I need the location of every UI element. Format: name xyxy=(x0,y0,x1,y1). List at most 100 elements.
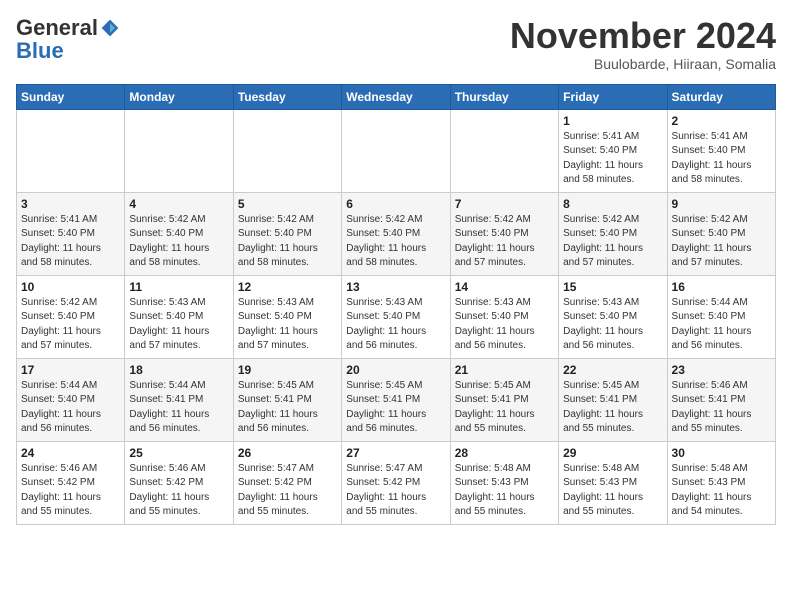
day-info: Sunrise: 5:43 AM Sunset: 5:40 PM Dayligh… xyxy=(238,296,337,354)
day-number: 11 xyxy=(129,280,228,294)
day-number: 29 xyxy=(563,446,662,460)
day-number: 27 xyxy=(346,446,445,460)
calendar-week-row: 10Sunrise: 5:42 AM Sunset: 5:40 PM Dayli… xyxy=(17,275,776,358)
day-info: Sunrise: 5:43 AM Sunset: 5:40 PM Dayligh… xyxy=(563,296,662,354)
day-number: 4 xyxy=(129,197,228,211)
calendar-cell: 3Sunrise: 5:41 AM Sunset: 5:40 PM Daylig… xyxy=(17,192,125,275)
day-info: Sunrise: 5:41 AM Sunset: 5:40 PM Dayligh… xyxy=(672,130,771,188)
calendar-cell: 16 Sunrise: 5:44 AM Sunset: 5:40 PM Dayli… xyxy=(667,275,775,358)
day-info: Sunrise: 5:47 AM Sunset: 5:42 PM Dayligh… xyxy=(346,462,445,520)
location: Buulobarde, Hiiraan, Somalia xyxy=(510,56,776,72)
day-info: Sunrise: 5:42 AM Sunset: 5:40 PM Dayligh… xyxy=(238,213,337,271)
page-header: General Blue November 2024 Buulobarde, H… xyxy=(16,16,776,72)
day-header-sunday: Sunday xyxy=(17,84,125,109)
calendar-cell: 30Sunrise: 5:48 AM Sunset: 5:43 PM Dayli… xyxy=(667,441,775,524)
day-info: Sunrise: 5:46 AM Sunset: 5:41 PM Dayligh… xyxy=(672,379,771,437)
calendar-cell: 28 Sunrise: 5:48 AM Sunset: 5:43 PM Dayli… xyxy=(450,441,558,524)
day-number: 15 xyxy=(563,280,662,294)
day-number: 5 xyxy=(238,197,337,211)
calendar-week-row: 1 Sunrise: 5:41 AM Sunset: 5:40 PM Daylig… xyxy=(17,109,776,192)
logo-general: General xyxy=(16,16,98,40)
calendar-cell: 1 Sunrise: 5:41 AM Sunset: 5:40 PM Daylig… xyxy=(559,109,667,192)
day-info: Sunrise: 5:45 AM Sunset: 5:41 PM Dayligh… xyxy=(563,379,662,437)
day-info: Sunrise: 5:41 AM Sunset: 5:40 PM Dayligh… xyxy=(21,213,120,271)
day-info: Sunrise: 5:44 AM Sunset: 5:41 PM Dayligh… xyxy=(129,379,228,437)
calendar-cell: 24Sunrise: 5:46 AM Sunset: 5:42 PM Dayli… xyxy=(17,441,125,524)
day-info: Sunrise: 5:48 AM Sunset: 5:43 PM Dayligh… xyxy=(455,462,554,520)
day-number: 12 xyxy=(238,280,337,294)
day-number: 25 xyxy=(129,446,228,460)
calendar-cell xyxy=(233,109,341,192)
day-number: 17 xyxy=(21,363,120,377)
day-number: 10 xyxy=(21,280,120,294)
day-info: Sunrise: 5:44 AM Sunset: 5:40 PM Dayligh… xyxy=(672,296,771,354)
calendar-table: SundayMondayTuesdayWednesdayThursdayFrid… xyxy=(16,84,776,525)
day-number: 20 xyxy=(346,363,445,377)
day-info: Sunrise: 5:41 AM Sunset: 5:40 PM Dayligh… xyxy=(563,130,662,188)
day-info: Sunrise: 5:45 AM Sunset: 5:41 PM Dayligh… xyxy=(238,379,337,437)
day-header-thursday: Thursday xyxy=(450,84,558,109)
day-number: 7 xyxy=(455,197,554,211)
logo: General Blue xyxy=(16,16,120,62)
calendar-cell: 25 Sunrise: 5:46 AM Sunset: 5:42 PM Dayli… xyxy=(125,441,233,524)
day-number: 16 xyxy=(672,280,771,294)
calendar-cell: 29Sunrise: 5:48 AM Sunset: 5:43 PM Dayli… xyxy=(559,441,667,524)
day-info: Sunrise: 5:42 AM Sunset: 5:40 PM Dayligh… xyxy=(455,213,554,271)
day-number: 1 xyxy=(563,114,662,128)
calendar-cell: 27 Sunrise: 5:47 AM Sunset: 5:42 PM Dayli… xyxy=(342,441,450,524)
calendar-cell: 11 Sunrise: 5:43 AM Sunset: 5:40 PM Dayli… xyxy=(125,275,233,358)
calendar-cell xyxy=(450,109,558,192)
calendar-cell: 12 Sunrise: 5:43 AM Sunset: 5:40 PM Dayli… xyxy=(233,275,341,358)
day-info: Sunrise: 5:48 AM Sunset: 5:43 PM Dayligh… xyxy=(672,462,771,520)
calendar-cell: 4 Sunrise: 5:42 AM Sunset: 5:40 PM Daylig… xyxy=(125,192,233,275)
calendar-cell: 13Sunrise: 5:43 AM Sunset: 5:40 PM Dayli… xyxy=(342,275,450,358)
day-number: 2 xyxy=(672,114,771,128)
calendar-cell: 6 Sunrise: 5:42 AM Sunset: 5:40 PM Daylig… xyxy=(342,192,450,275)
day-info: Sunrise: 5:46 AM Sunset: 5:42 PM Dayligh… xyxy=(129,462,228,520)
day-header-saturday: Saturday xyxy=(667,84,775,109)
day-number: 19 xyxy=(238,363,337,377)
day-info: Sunrise: 5:43 AM Sunset: 5:40 PM Dayligh… xyxy=(455,296,554,354)
day-number: 13 xyxy=(346,280,445,294)
day-number: 14 xyxy=(455,280,554,294)
title-block: November 2024 Buulobarde, Hiiraan, Somal… xyxy=(510,16,776,72)
day-number: 28 xyxy=(455,446,554,460)
calendar-week-row: 3Sunrise: 5:41 AM Sunset: 5:40 PM Daylig… xyxy=(17,192,776,275)
calendar-cell: 5 Sunrise: 5:42 AM Sunset: 5:40 PM Daylig… xyxy=(233,192,341,275)
calendar-week-row: 24Sunrise: 5:46 AM Sunset: 5:42 PM Dayli… xyxy=(17,441,776,524)
logo-icon xyxy=(100,18,120,38)
calendar-cell: 22Sunrise: 5:45 AM Sunset: 5:41 PM Dayli… xyxy=(559,358,667,441)
calendar-cell: 17Sunrise: 5:44 AM Sunset: 5:40 PM Dayli… xyxy=(17,358,125,441)
calendar-cell: 21 Sunrise: 5:45 AM Sunset: 5:41 PM Dayli… xyxy=(450,358,558,441)
day-number: 18 xyxy=(129,363,228,377)
day-info: Sunrise: 5:45 AM Sunset: 5:41 PM Dayligh… xyxy=(455,379,554,437)
day-info: Sunrise: 5:42 AM Sunset: 5:40 PM Dayligh… xyxy=(346,213,445,271)
calendar-cell: 19 Sunrise: 5:45 AM Sunset: 5:41 PM Dayli… xyxy=(233,358,341,441)
calendar-cell xyxy=(17,109,125,192)
calendar-cell: 8Sunrise: 5:42 AM Sunset: 5:40 PM Daylig… xyxy=(559,192,667,275)
day-info: Sunrise: 5:43 AM Sunset: 5:40 PM Dayligh… xyxy=(129,296,228,354)
logo-blue: Blue xyxy=(16,40,64,62)
day-number: 23 xyxy=(672,363,771,377)
day-header-friday: Friday xyxy=(559,84,667,109)
calendar-cell: 26Sunrise: 5:47 AM Sunset: 5:42 PM Dayli… xyxy=(233,441,341,524)
calendar-cell: 18 Sunrise: 5:44 AM Sunset: 5:41 PM Dayli… xyxy=(125,358,233,441)
calendar-header-row: SundayMondayTuesdayWednesdayThursdayFrid… xyxy=(17,84,776,109)
day-number: 21 xyxy=(455,363,554,377)
day-number: 9 xyxy=(672,197,771,211)
calendar-cell: 10Sunrise: 5:42 AM Sunset: 5:40 PM Dayli… xyxy=(17,275,125,358)
calendar-week-row: 17Sunrise: 5:44 AM Sunset: 5:40 PM Dayli… xyxy=(17,358,776,441)
day-info: Sunrise: 5:47 AM Sunset: 5:42 PM Dayligh… xyxy=(238,462,337,520)
calendar-cell: 23 Sunrise: 5:46 AM Sunset: 5:41 PM Dayli… xyxy=(667,358,775,441)
calendar-cell xyxy=(125,109,233,192)
calendar-cell xyxy=(342,109,450,192)
calendar-cell: 15 Sunrise: 5:43 AM Sunset: 5:40 PM Dayli… xyxy=(559,275,667,358)
day-info: Sunrise: 5:46 AM Sunset: 5:42 PM Dayligh… xyxy=(21,462,120,520)
day-number: 6 xyxy=(346,197,445,211)
calendar-cell: 20Sunrise: 5:45 AM Sunset: 5:41 PM Dayli… xyxy=(342,358,450,441)
day-info: Sunrise: 5:42 AM Sunset: 5:40 PM Dayligh… xyxy=(563,213,662,271)
day-info: Sunrise: 5:42 AM Sunset: 5:40 PM Dayligh… xyxy=(129,213,228,271)
calendar-cell: 9Sunrise: 5:42 AM Sunset: 5:40 PM Daylig… xyxy=(667,192,775,275)
month-title: November 2024 xyxy=(510,16,776,56)
calendar-cell: 14 Sunrise: 5:43 AM Sunset: 5:40 PM Dayli… xyxy=(450,275,558,358)
